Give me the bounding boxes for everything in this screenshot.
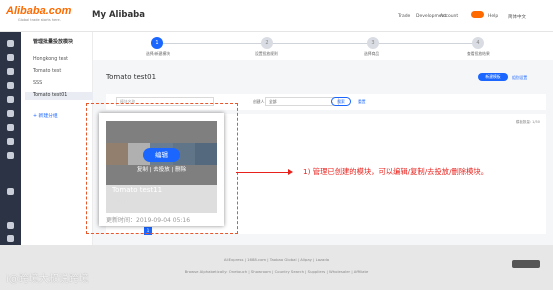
heart-icon[interactable]: [7, 222, 14, 229]
flag-icon[interactable]: [7, 124, 14, 131]
step-2-circle: 2: [261, 37, 273, 49]
message-icon[interactable]: [7, 68, 14, 75]
alibaba-logo[interactable]: Alibaba.com Global trade starts here.: [6, 5, 84, 25]
annotation-arrow-line: [236, 172, 291, 173]
module-header: Tomato test01 新建模板 组别设置: [93, 68, 553, 86]
page-title: Tomato test01: [106, 73, 157, 81]
step-3-label: 选择商品: [364, 51, 380, 56]
creator-label: 创建人: [253, 99, 265, 104]
top-bar: Alibaba.com Global trade starts here. My…: [0, 0, 553, 32]
template-count: 模板数量: 1/50: [515, 120, 540, 124]
step-1-circle: 1: [151, 37, 163, 49]
cart-icon[interactable]: [7, 235, 14, 242]
sidebar-title: 管理批量投放模块: [33, 39, 74, 45]
stepper-line: [163, 43, 383, 44]
card-template-name: Tomato test11: [112, 186, 163, 194]
new-group-link[interactable]: + 新建分组: [33, 112, 58, 119]
nav-help[interactable]: Help: [488, 14, 498, 19]
sidebar-item-hongkong-test[interactable]: Hongkong test: [33, 56, 91, 64]
card-creator: you Js: [112, 199, 129, 205]
sidebar-item-sss[interactable]: SSS: [33, 80, 91, 88]
send-icon[interactable]: [7, 188, 14, 195]
progress-stepper: 1 选择/新建模块 2 设置投放规则 3 选择商品 4 查看投放结果: [93, 32, 553, 60]
creator-select-value: 全部: [269, 99, 277, 104]
left-icon-rail: [0, 32, 21, 245]
step-3-circle: 3: [367, 37, 379, 49]
logo-text: Alibaba.com: [6, 5, 72, 17]
user-icon[interactable]: [7, 96, 14, 103]
sidebar-item-tomato-test[interactable]: Tomato test: [33, 68, 91, 76]
home-icon[interactable]: [7, 40, 14, 47]
footer-links[interactable]: AliExpress | 1688.com | Taobao Global | …: [0, 257, 553, 262]
sidebar-item-tomato-test01[interactable]: Tomato test01: [25, 92, 93, 100]
app-title: My Alibaba: [92, 10, 146, 20]
step-1-label: 选择/新建模块: [146, 51, 171, 56]
step-4-circle: 4: [472, 37, 484, 49]
card-updated-time: 更新时间：2019-09-04 05:16: [106, 217, 191, 224]
settings-icon[interactable]: [7, 110, 14, 117]
list-icon[interactable]: [7, 152, 14, 159]
watermark: i@跨境大叔说跨境: [6, 274, 89, 285]
new-template-button[interactable]: 新建模板: [478, 73, 508, 81]
stepper-line: [383, 43, 473, 44]
logo-tagline: Global trade starts here.: [18, 18, 61, 22]
bell-icon[interactable]: [7, 138, 14, 145]
language-selector[interactable]: 简体中文: [508, 14, 526, 20]
step-4-label: 查看投放结果: [467, 51, 490, 56]
edit-button[interactable]: 编辑: [143, 148, 180, 162]
chart-icon[interactable]: [7, 82, 14, 89]
annotation-arrow-head: [288, 169, 293, 175]
annotation-text: 1) 管理已创建的模块，可以编辑/复制/去投放/删除模块。: [303, 167, 489, 176]
module-sidebar: 管理批量投放模块 Hongkong test Tomato test SSS T…: [21, 32, 93, 245]
reset-link[interactable]: 重置: [358, 99, 366, 105]
search-button[interactable]: 搜索: [331, 97, 351, 106]
messages-badge[interactable]: [471, 11, 484, 18]
footer-badge: [512, 260, 540, 268]
step-2-label: 设置投放规则: [255, 51, 278, 56]
creator-select[interactable]: 全部 ⌄: [265, 97, 339, 106]
card-actions[interactable]: 复制 | 去投放 | 删除: [106, 165, 217, 173]
group-settings-link[interactable]: 组别设置: [512, 75, 527, 81]
grid-icon[interactable]: [7, 54, 14, 61]
nav-account[interactable]: Account: [440, 14, 458, 19]
nav-trade[interactable]: Trade: [398, 14, 410, 19]
